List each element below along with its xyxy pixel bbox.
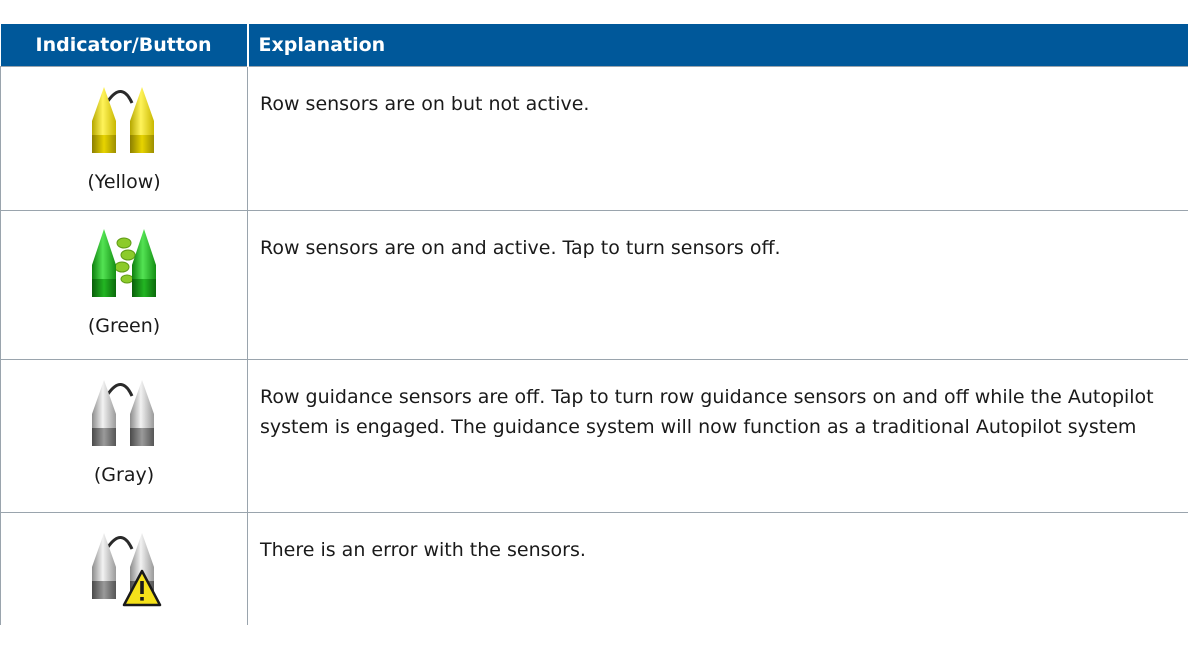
indicator-cell: (Green)	[0, 210, 248, 360]
table-row: (Gray) Row guidance sensors are off. Tap…	[0, 359, 1188, 513]
header-explanation: Explanation	[247, 24, 1188, 67]
indicator-color-label: (Yellow)	[87, 171, 161, 193]
row-sensors-green-icon[interactable]	[78, 217, 170, 309]
row-sensors-yellow-icon[interactable]	[78, 73, 170, 165]
table-row: (Yellow) Row sensors are on but not acti…	[0, 66, 1188, 211]
indicator-cell	[0, 512, 248, 625]
explanation-cell: Row sensors are on and active. Tap to tu…	[247, 210, 1188, 360]
warning-icon	[122, 569, 162, 607]
indicator-cell: (Gray)	[0, 359, 248, 513]
table-row: (Green) Row sensors are on and active. T…	[0, 210, 1188, 360]
explanation-cell: There is an error with the sensors.	[247, 512, 1188, 625]
explanation-cell: Row guidance sensors are off. Tap to tur…	[247, 359, 1188, 513]
header-row: Indicator/Button Explanation	[0, 24, 1188, 67]
explanation-cell: Row sensors are on but not active.	[247, 66, 1188, 211]
table-row: There is an error with the sensors.	[0, 512, 1188, 625]
indicator-table: Indicator/Button Explanation (Yellow) Ro…	[0, 24, 1188, 625]
header-indicator: Indicator/Button	[0, 24, 249, 67]
indicator-color-label: (Green)	[87, 315, 161, 337]
row-sensors-error-icon[interactable]	[78, 519, 170, 611]
row-sensors-gray-icon[interactable]	[78, 366, 170, 458]
indicator-cell: (Yellow)	[0, 66, 248, 211]
indicator-color-label: (Gray)	[93, 464, 155, 486]
